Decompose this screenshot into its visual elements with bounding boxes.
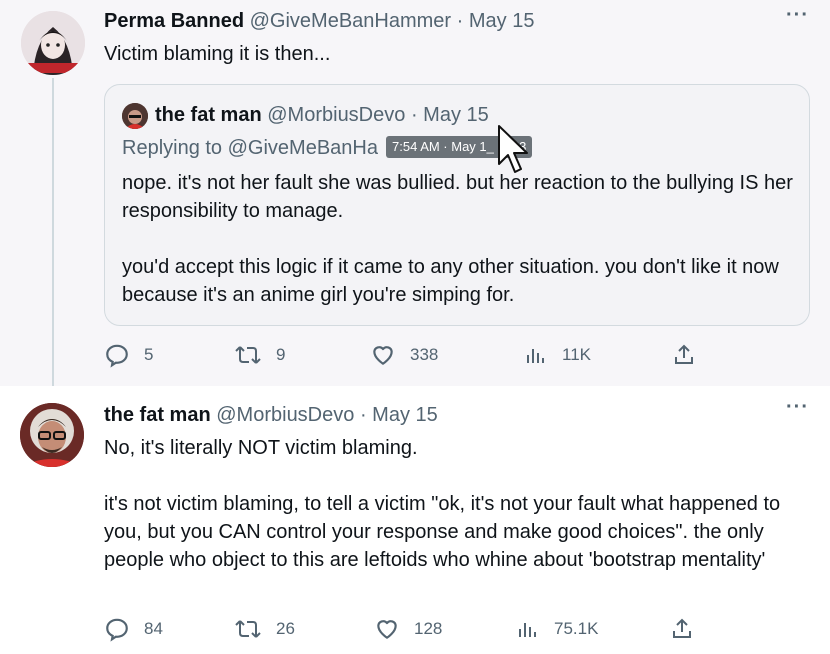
quote-author-name: the fat man [155, 104, 262, 126]
like-button[interactable]: 338 [370, 342, 438, 368]
avatar[interactable] [20, 403, 84, 467]
more-icon[interactable]: ··· [786, 4, 809, 27]
tweet-text: Victim blaming it is then... [104, 43, 331, 65]
retweet-icon [235, 620, 261, 638]
author-name[interactable]: Perma Banned [104, 10, 244, 32]
tweet-text: No, it's literally NOT victim blaming. i… [104, 434, 814, 602]
tweet-date[interactable]: May 15 [469, 10, 535, 32]
retweet-count: 9 [276, 345, 286, 364]
tweet-date[interactable]: May 15 [372, 404, 438, 426]
avatar[interactable] [21, 11, 85, 75]
action-bar: 84 26 128 75.1K [104, 616, 804, 646]
views-button[interactable]: 75.1K [516, 616, 598, 642]
like-button[interactable]: 128 [374, 616, 442, 642]
retweet-button[interactable]: 26 [234, 616, 295, 642]
retweet-count: 26 [276, 619, 295, 638]
share-button[interactable] [670, 616, 708, 642]
like-icon [373, 346, 393, 365]
share-icon [675, 344, 693, 364]
retweet-icon [235, 346, 261, 364]
reply-button[interactable]: 84 [104, 616, 163, 642]
quote-date: May 15 [423, 104, 489, 126]
tweet-perma-banned[interactable]: Perma Banned @GiveMeBanHammer · May 15 ·… [0, 0, 830, 386]
views-count: 11K [562, 345, 591, 364]
like-count: 338 [410, 345, 439, 364]
quote-paragraph: nope. it's not her fault she was bullied… [122, 172, 793, 222]
thread-line [52, 78, 54, 386]
tweet-paragraph: No, it's literally NOT victim blaming. [104, 437, 418, 459]
views-count: 75.1K [554, 619, 599, 638]
tweet-paragraph: it's not victim blaming, to tell a victi… [104, 493, 781, 571]
reply-count: 5 [144, 345, 154, 364]
views-icon [519, 623, 536, 637]
reply-icon [106, 618, 128, 642]
separator: · [456, 10, 464, 32]
cursor-icon [498, 125, 528, 173]
action-bar: 5 9 338 11K [104, 342, 804, 372]
separator: · [410, 104, 418, 126]
reply-count: 84 [144, 619, 163, 638]
more-icon[interactable]: ··· [786, 396, 809, 419]
reply-button[interactable]: 5 [104, 342, 153, 368]
retweet-button[interactable]: 9 [234, 342, 285, 368]
tweet-header: the fat man @MorbiusDevo · May 15 [104, 404, 438, 427]
views-button[interactable]: 11K [524, 342, 591, 368]
share-icon [673, 618, 691, 638]
quote-avatar [122, 103, 148, 129]
share-button[interactable] [672, 342, 710, 368]
quote-header: the fat man @MorbiusDevo · May 15 [155, 104, 489, 127]
author-name[interactable]: the fat man [104, 404, 211, 426]
quoted-tweet[interactable]: the fat man @MorbiusDevo · May 15 Replyi… [104, 84, 810, 326]
tweet-header: Perma Banned @GiveMeBanHammer · May 15 [104, 10, 534, 33]
replying-to: Replying to @GiveMeBanHa [122, 137, 378, 159]
quote-author-handle: @MorbiusDevo [267, 104, 406, 126]
author-handle[interactable]: @MorbiusDevo [216, 404, 354, 426]
author-handle[interactable]: @GiveMeBanHammer [250, 10, 451, 32]
like-count: 128 [414, 619, 443, 638]
quote-paragraph: you'd accept this logic if it came to an… [122, 256, 779, 306]
views-icon [527, 349, 544, 363]
quote-text: nope. it's not her fault she was bullied… [122, 169, 802, 337]
reply-icon [106, 344, 128, 368]
separator: · [359, 404, 367, 426]
like-icon [377, 620, 397, 639]
